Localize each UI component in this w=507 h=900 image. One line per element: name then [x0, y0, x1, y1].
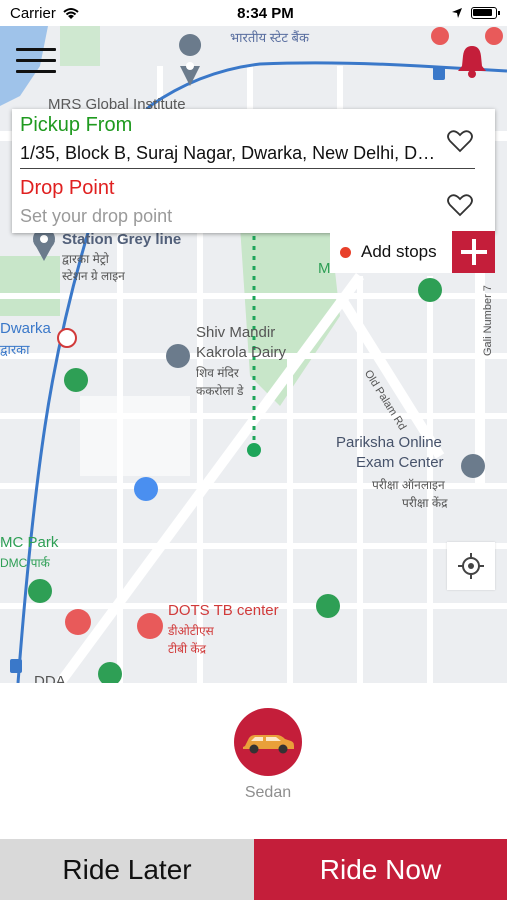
pickup-label: Pickup From [20, 114, 133, 136]
add-stop-plus-button[interactable] [452, 231, 495, 273]
map-label-dots-hi2: टीबी केंद्र [168, 642, 207, 656]
map-label-shiv2: Kakrola Dairy [196, 344, 287, 361]
map-label-pariksha-hi2: परीक्षा केंद्र [402, 496, 448, 510]
map-label-dda: DDA [34, 673, 66, 683]
status-bar: Carrier 8:34 PM [0, 0, 507, 26]
map-label-mcpark: MC Park [0, 534, 59, 551]
drop-favorite-heart-icon[interactable] [447, 193, 473, 217]
map-label-station-hi2: स्टेशन ग्रे लाइन [62, 269, 125, 283]
pickup-favorite-heart-icon[interactable] [447, 129, 473, 153]
map-label-dots: DOTS TB center [168, 602, 279, 619]
map-label-station: Station Grey line [62, 231, 182, 248]
map-label-shiv1: Shiv Mandir [196, 324, 276, 341]
plus-icon [460, 239, 487, 265]
pickup-field[interactable]: 1/35, Block B, Suraj Nagar, Dwarka, New … [20, 143, 440, 164]
map-label-dots-hi1: डीओटीएस [168, 624, 214, 638]
map-label-station-hi1: द्वारका मेट्रो [62, 252, 109, 266]
ride-later-button[interactable]: Ride Later [0, 839, 254, 900]
status-time: 8:34 PM [237, 4, 294, 22]
add-stops-dot-icon [340, 246, 351, 258]
map-label-pariksha2: Exam Center [356, 454, 444, 471]
my-location-button[interactable] [447, 542, 495, 590]
menu-icon[interactable] [16, 48, 56, 78]
app-screen: Carrier 8:34 PM भारतीय स्टेट बैंक MRS Gl… [0, 0, 507, 900]
map-label-dwarka: Dwarka [0, 320, 51, 337]
car-icon [243, 735, 294, 754]
card-divider [20, 168, 475, 169]
map-label-pariksha1: Pariksha Online [336, 434, 442, 451]
location-card: Pickup From 1/35, Block B, Suraj Nagar, … [12, 109, 495, 233]
map-label-mcpark-hi: DMC पार्क [0, 556, 50, 570]
wifi-icon [63, 7, 79, 19]
map-label-gali: Gali Number 7 [482, 285, 494, 356]
sedan-option[interactable] [234, 708, 302, 776]
sedan-label: Sedan [244, 784, 292, 801]
battery-icon [470, 7, 500, 19]
drop-field[interactable]: Set your drop point [20, 206, 172, 227]
carrier-label: Carrier [10, 4, 56, 22]
add-stops-label: Add stops [361, 242, 437, 261]
crosshair-icon [458, 553, 484, 579]
map-label-dwarka-hi: द्वारका [0, 342, 30, 357]
map-label-shiv-hi2: ककरोला डे [196, 384, 244, 398]
notification-bell-icon[interactable] [458, 44, 486, 83]
map-label-bank: भारतीय स्टेट बैंक [230, 30, 309, 45]
ride-now-button[interactable]: Ride Now [254, 839, 507, 900]
map-label-shiv-hi1: शिव मंदिर [196, 366, 239, 380]
map-label-pariksha-hi1: परीक्षा ऑनलाइन [372, 478, 445, 492]
add-stops-button[interactable]: Add stops [330, 231, 452, 273]
drop-label: Drop Point [20, 177, 115, 199]
location-arrow-icon [451, 8, 462, 18]
